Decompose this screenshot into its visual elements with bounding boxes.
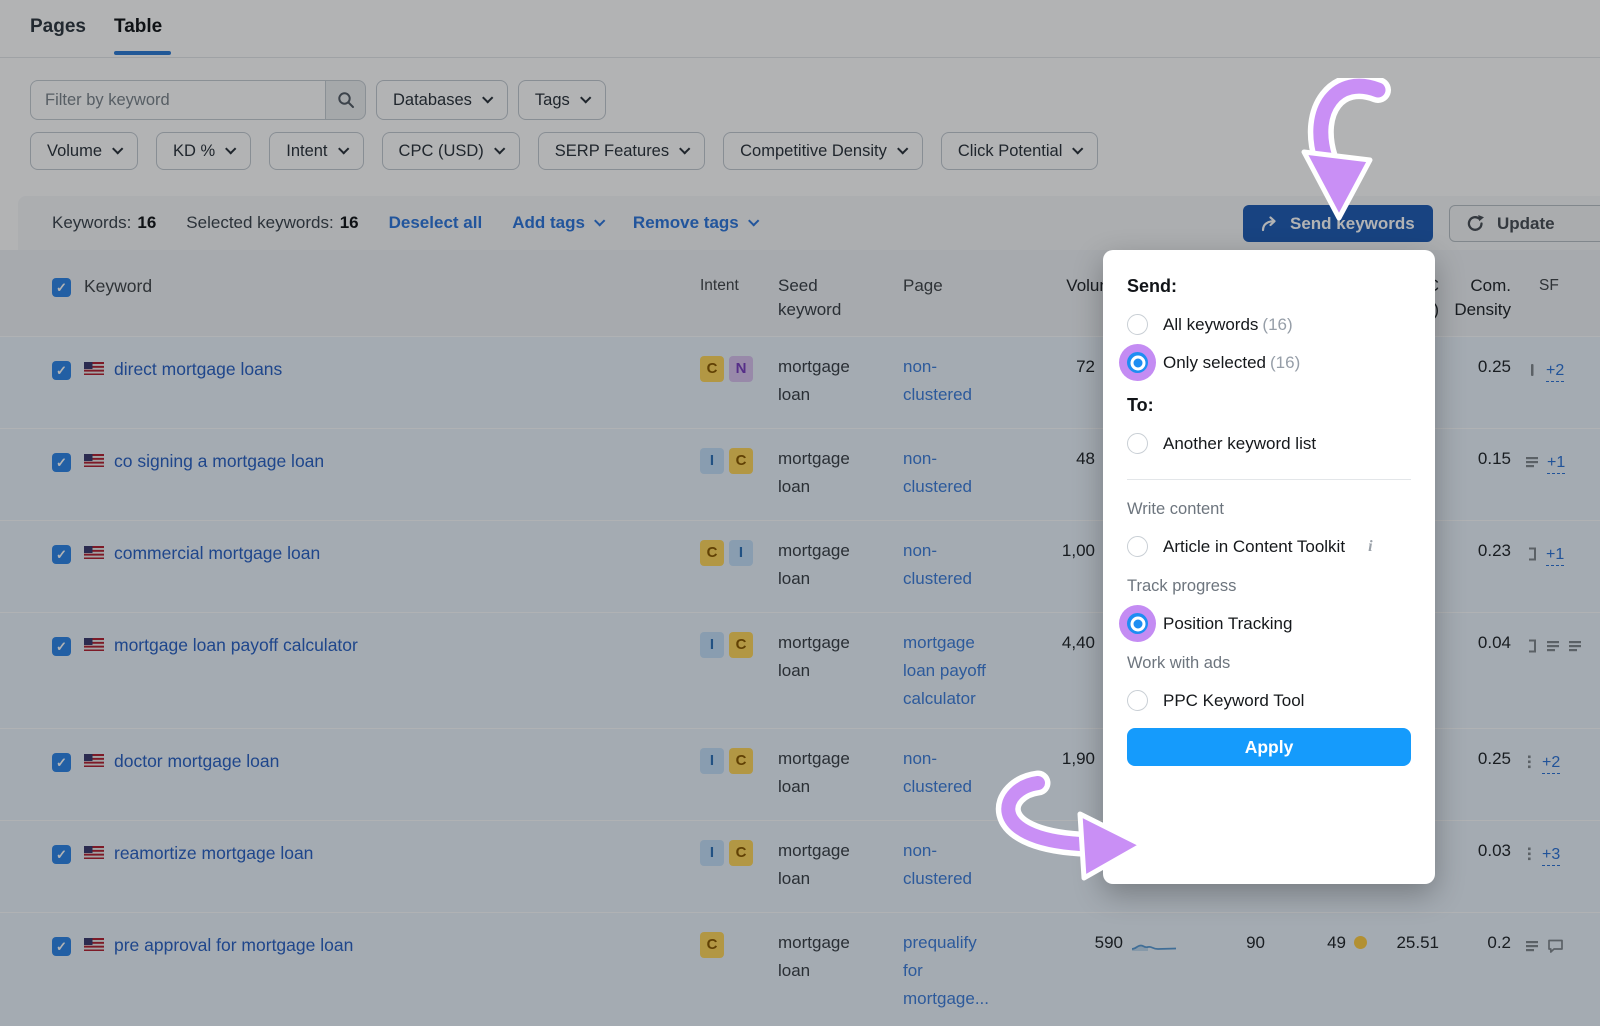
radio-button[interactable]: [1127, 690, 1148, 711]
radio-label: Article in Content Toolkit: [1163, 537, 1345, 557]
radio-count: (16): [1262, 315, 1292, 334]
radio-label: Position Tracking: [1163, 614, 1292, 634]
radio-option-only-selected[interactable]: Only selected(16): [1127, 352, 1411, 373]
radio-count: (16): [1270, 353, 1300, 372]
panel-divider: [1127, 479, 1411, 480]
panel-section-heading: To:: [1127, 395, 1411, 416]
radio-label: Another keyword list: [1163, 434, 1316, 454]
radio-option-position-tracking[interactable]: Position Tracking: [1127, 613, 1411, 634]
radio-option-another-keyword-list[interactable]: Another keyword list: [1127, 433, 1411, 454]
panel-group-label: Work with ads: [1127, 654, 1411, 673]
send-keywords-dropdown-panel: Send: All keywords(16) Only selected(16) To…: [1103, 250, 1435, 884]
app-screen: Pages Table DatabasesTags VolumeKD %Inte…: [0, 0, 1600, 1026]
radio-button[interactable]: [1127, 433, 1148, 454]
info-icon[interactable]: i: [1368, 538, 1372, 556]
panel-section-heading: Send:: [1127, 276, 1411, 297]
radio-button[interactable]: [1127, 352, 1148, 373]
apply-button[interactable]: Apply: [1127, 728, 1411, 766]
radio-button[interactable]: [1127, 613, 1148, 634]
panel-group-label: Write content: [1127, 500, 1411, 519]
radio-label: PPC Keyword Tool: [1163, 691, 1304, 711]
panel-group-label: Track progress: [1127, 577, 1411, 596]
radio-button[interactable]: [1127, 536, 1148, 557]
radio-option-ppc-keyword-tool[interactable]: PPC Keyword Tool: [1127, 690, 1411, 711]
radio-label: Only selected(16): [1163, 353, 1300, 373]
radio-button[interactable]: [1127, 314, 1148, 335]
radio-option-all-keywords[interactable]: All keywords(16): [1127, 314, 1411, 335]
radio-label: All keywords(16): [1163, 315, 1293, 335]
radio-option-article-in-content-toolkit[interactable]: Article in Content Toolkit i: [1127, 536, 1411, 557]
